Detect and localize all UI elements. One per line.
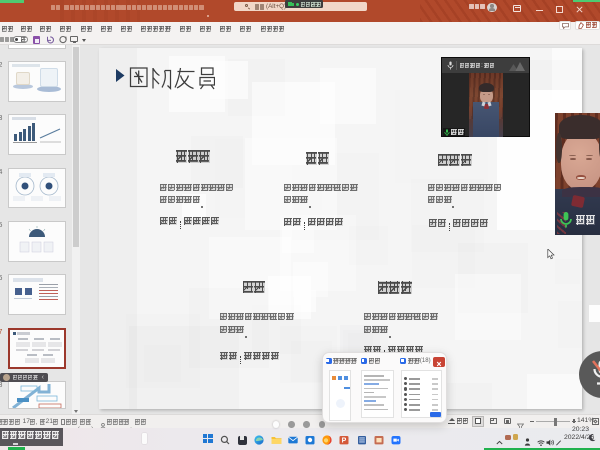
svg-text:P: P: [342, 438, 347, 445]
